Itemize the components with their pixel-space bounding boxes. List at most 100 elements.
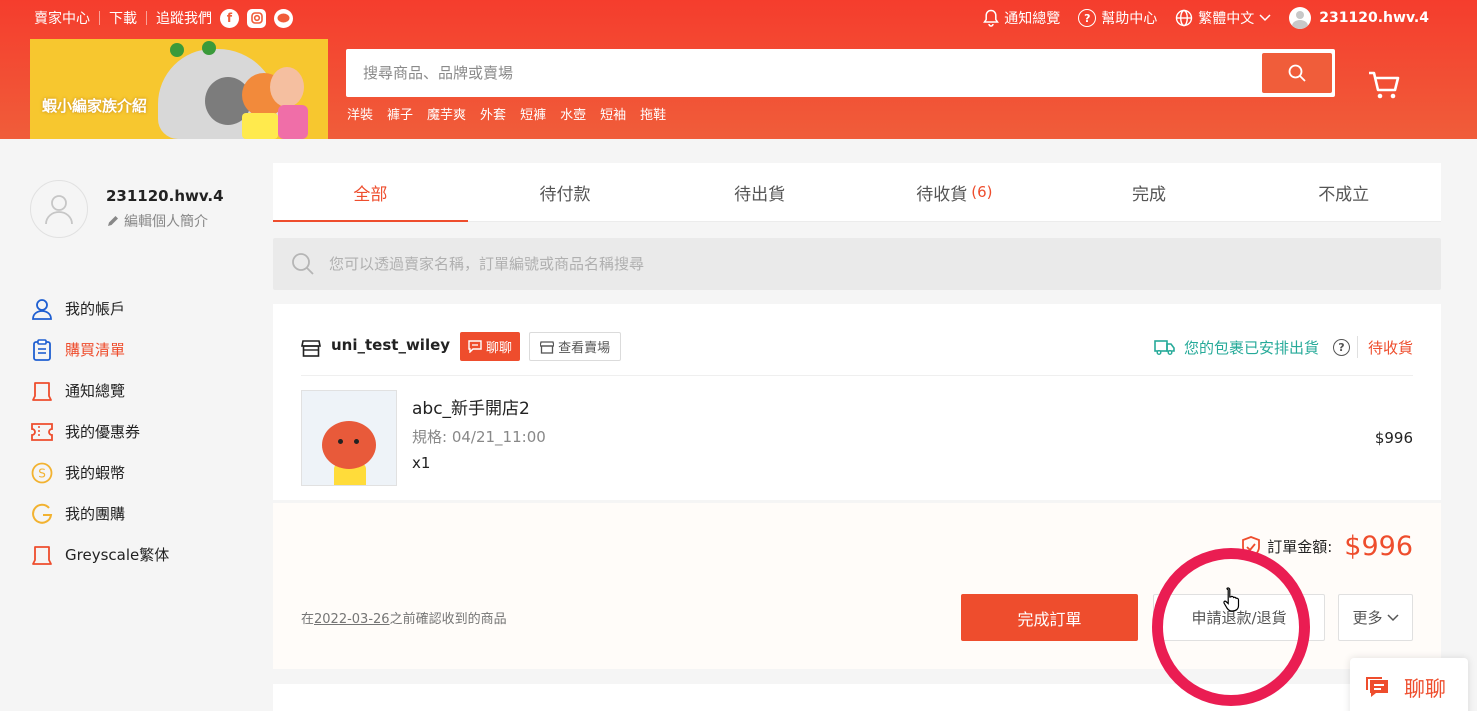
divider (99, 11, 100, 25)
shop-icon (540, 340, 555, 354)
order-shop-header: uni_test_wiley 聊聊 查看賣場 您的包裹已安排出貨 ? 待收貨 (301, 328, 1413, 376)
tab-cancelled[interactable]: 不成立 (1246, 163, 1441, 221)
edit-profile-label: 編輯個人簡介 (124, 214, 208, 230)
search-hint[interactable]: 魔芋爽 (427, 104, 466, 123)
search-icon (292, 253, 314, 275)
banner-text: 蝦小編家族介紹 (42, 97, 148, 115)
chat-icon (1366, 677, 1388, 697)
search-input[interactable] (349, 52, 1262, 94)
site-header: 賣家中心 下載 追蹤我們 f 通知總覽 ? 幫助中心 繁體中文 231120.h… (0, 0, 1477, 139)
thumbnail-eye (338, 439, 343, 444)
notifications-link[interactable]: 通知總覽 (983, 8, 1060, 28)
sidebar-item-greyscale[interactable]: Greyscale繁体 (30, 534, 169, 575)
clipboard-icon (30, 338, 54, 362)
shield-icon (1242, 535, 1261, 558)
sidebar-item-coupons[interactable]: 我的優惠券 (30, 411, 169, 452)
hand-cursor-icon (1223, 587, 1240, 612)
search-hint[interactable]: 洋裝 (347, 104, 373, 123)
cart-button[interactable] (1366, 66, 1402, 102)
product-name: abc_新手開店2 (412, 399, 530, 419)
search-bar (346, 49, 1335, 97)
tab-label: 待出貨 (734, 184, 786, 205)
sidebar-item-purchases[interactable]: 購買清單 (30, 329, 169, 370)
download-link[interactable]: 下載 (109, 8, 137, 28)
search-button[interactable] (1262, 53, 1332, 93)
order-status: 您的包裹已安排出貨 ? 待收貨 (1154, 336, 1413, 358)
line-icon[interactable] (274, 8, 293, 28)
truck-icon (1154, 340, 1175, 355)
cart-icon (1369, 71, 1400, 99)
shop-name[interactable]: uni_test_wiley (331, 336, 450, 354)
user-icon (30, 297, 54, 321)
user-icon (45, 195, 73, 225)
search-hints: 洋裝 褲子 魔芋爽 外套 短褲 水壺 短袖 拖鞋 (347, 104, 666, 123)
help-icon[interactable]: ? (1332, 338, 1350, 356)
seller-center-link[interactable]: 賣家中心 (34, 8, 90, 28)
shop-icon (301, 340, 321, 357)
product-variation: 規格: 04/21_11:00 (412, 428, 546, 446)
sidebar-item-notifications[interactable]: 通知總覽 (30, 370, 169, 411)
shipping-status-link[interactable]: 您的包裹已安排出貨 (1154, 337, 1319, 358)
product-thumbnail[interactable] (301, 390, 397, 486)
tab-to-receive[interactable]: 待收貨 (6) (857, 163, 1052, 221)
chevron-down-icon (1259, 14, 1271, 22)
sidebar-item-account[interactable]: 我的帳戶 (30, 288, 169, 329)
avatar[interactable] (30, 180, 88, 238)
user-menu[interactable]: 231120.hwv.4 (1289, 7, 1429, 29)
thumbnail-face (322, 421, 376, 469)
tab-to-pay[interactable]: 待付款 (468, 163, 663, 221)
complete-order-button[interactable]: 完成訂單 (961, 594, 1138, 641)
sidebar-item-group-buy[interactable]: 我的團購 (30, 493, 169, 534)
divider (146, 11, 147, 25)
clover-icon (202, 41, 216, 55)
facebook-icon[interactable]: f (220, 8, 239, 28)
search-hint[interactable]: 拖鞋 (640, 104, 666, 123)
top-navbar: 賣家中心 下載 追蹤我們 f 通知總覽 ? 幫助中心 繁體中文 231120.h… (34, 6, 1429, 30)
more-label: 更多 (1352, 609, 1383, 627)
confirm-date[interactable]: 2022-03-26 (314, 612, 390, 627)
next-order-card (273, 684, 1441, 711)
family-banner[interactable]: 蝦小編家族介紹 (30, 39, 328, 139)
shipping-status-text: 您的包裹已安排出貨 (1183, 338, 1319, 357)
search-hint[interactable]: 外套 (480, 104, 506, 123)
bell-icon (30, 379, 54, 403)
sidebar-item-label: 購買清單 (65, 341, 126, 359)
order-search-bar (273, 238, 1441, 290)
order-search-input[interactable] (329, 255, 1441, 273)
chevron-down-icon (1386, 613, 1399, 621)
search-hint[interactable]: 水壺 (560, 104, 586, 123)
tab-all[interactable]: 全部 (273, 163, 468, 222)
search-hint[interactable]: 褲子 (387, 104, 413, 123)
avatar-icon (1289, 7, 1312, 29)
tab-label: 待付款 (539, 184, 591, 205)
instagram-icon[interactable] (247, 8, 266, 28)
bell-icon (30, 543, 54, 567)
help-center-link[interactable]: ? 幫助中心 (1078, 8, 1157, 28)
sidebar-item-coins[interactable]: S 我的蝦幣 (30, 452, 169, 493)
sidebar-menu: 我的帳戶 購買清單 通知總覽 我的優惠券 S 我的蝦幣 我的團購 Greysca… (30, 288, 169, 575)
tab-to-ship[interactable]: 待出貨 (662, 163, 857, 221)
banner-character (242, 113, 278, 139)
sidebar-item-label: 通知總覽 (65, 382, 126, 400)
view-shop-button[interactable]: 查看賣場 (529, 332, 622, 361)
order-footer: 訂單金額: $996 在2022-03-26之前確認收到的商品 完成訂單 申請退… (273, 503, 1441, 669)
coupon-icon (30, 420, 54, 444)
chat-button-label: 聊聊 (486, 341, 513, 356)
tab-completed[interactable]: 完成 (1052, 163, 1247, 221)
floating-chat-button[interactable]: 聊聊 (1350, 658, 1468, 711)
confirm-prefix: 在 (301, 612, 315, 627)
edit-profile-link[interactable]: 編輯個人簡介 (106, 211, 224, 231)
notifications-label: 通知總覽 (1004, 11, 1061, 27)
language-selector[interactable]: 繁體中文 (1175, 8, 1271, 28)
order-total-label: 訂單金額: (1267, 538, 1333, 556)
search-hint[interactable]: 短袖 (600, 104, 626, 123)
banner-character (270, 67, 304, 107)
more-button[interactable]: 更多 (1338, 594, 1413, 641)
order-product[interactable]: abc_新手開店2 規格: 04/21_11:00 x1 $996 (301, 390, 1413, 486)
order-card: uni_test_wiley 聊聊 查看賣場 您的包裹已安排出貨 ? 待收貨 a… (273, 304, 1441, 500)
group-buy-icon (30, 502, 54, 526)
sidebar-item-label: 我的帳戶 (65, 300, 126, 318)
chat-button[interactable]: 聊聊 (460, 332, 521, 361)
clover-icon (170, 43, 184, 57)
search-hint[interactable]: 短褲 (520, 104, 546, 123)
